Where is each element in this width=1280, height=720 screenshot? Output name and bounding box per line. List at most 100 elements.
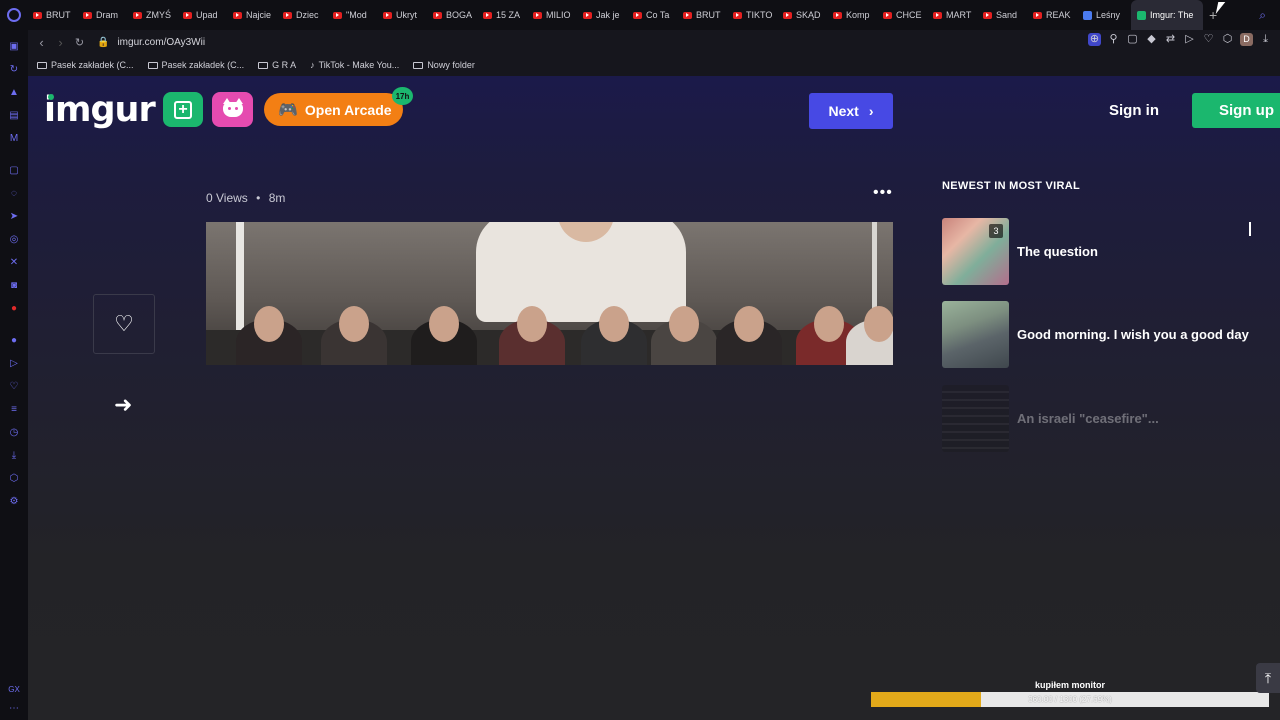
tab-label: Ukryt — [396, 10, 417, 20]
imgur-logo[interactable]: imgur — [44, 90, 156, 130]
tab-label: "Mod — [346, 10, 367, 20]
extensions-icon[interactable]: ⬡ — [8, 473, 20, 485]
tab[interactable]: Leśny — [1081, 0, 1131, 30]
history-icon[interactable]: ↻ — [8, 64, 20, 76]
tab[interactable]: Ukryt — [381, 0, 431, 30]
tab[interactable]: ZMYŚ — [131, 0, 181, 30]
clock-icon[interactable]: ◷ — [8, 427, 20, 439]
folder-icon — [413, 61, 424, 69]
tab[interactable]: Najcie — [231, 0, 281, 30]
bookmark-item[interactable]: G R A — [258, 60, 296, 70]
viral-item[interactable]: 3 The question — [942, 218, 1254, 285]
tab[interactable]: "Mod — [331, 0, 381, 30]
tab[interactable]: 15 ZA — [481, 0, 531, 30]
imgur-page: imgur + 🎮 Open Arcade 17h Next › Sign in… — [28, 76, 1280, 720]
heart-toolbar-icon[interactable]: ♡ — [1202, 33, 1215, 46]
tab-label: Upad — [196, 10, 218, 20]
viral-item[interactable]: Good morning. I wish you a good day — [942, 301, 1254, 368]
zoom-icon[interactable]: ⊕ — [1088, 33, 1101, 46]
tab[interactable]: Dram — [81, 0, 131, 30]
viral-item[interactable]: An israeli "ceasefire"... — [942, 385, 1254, 452]
sign-up-button[interactable]: Sign up — [1192, 93, 1280, 128]
shopping-icon[interactable]: ▲ — [8, 87, 20, 99]
tab[interactable]: MART — [931, 0, 981, 30]
doc-icon — [1083, 10, 1092, 20]
ublock-icon[interactable]: ● — [8, 303, 20, 315]
download-toolbar-icon[interactable]: ⤓ — [1259, 33, 1272, 46]
tab[interactable]: Sand — [981, 0, 1031, 30]
viral-title: An israeli "ceasefire"... — [1017, 410, 1159, 426]
settings-icon[interactable]: ⚙ — [8, 496, 20, 508]
tab[interactable]: BOGA — [431, 0, 481, 30]
pin-icon[interactable]: ⚲ — [1107, 33, 1120, 46]
forward-icon[interactable]: › — [51, 35, 70, 50]
heart-sidebar-icon[interactable]: ♡ — [8, 381, 20, 393]
messenger-icon[interactable]: ◌ — [8, 188, 20, 200]
tab-label: Co Ta — [646, 10, 670, 20]
tab-imgur-active[interactable]: Imgur: The — [1131, 0, 1203, 30]
post-image[interactable] — [206, 222, 893, 365]
profile-avatar[interactable]: D — [1240, 33, 1253, 46]
tab[interactable]: BRUT — [681, 0, 731, 30]
tab-label: REAK — [1046, 10, 1071, 20]
tab[interactable]: Co Ta — [631, 0, 681, 30]
tab-label: MILIO — [546, 10, 571, 20]
bookmark-item[interactable]: ♪ TikTok - Make You... — [310, 60, 399, 70]
next-button[interactable]: Next › — [809, 93, 893, 129]
twitch-icon[interactable]: ▢ — [8, 165, 20, 177]
bookmark-item[interactable]: Nowy folder — [413, 60, 475, 70]
lock-icon[interactable]: 🔒 — [97, 37, 109, 48]
post-age: 8m — [268, 191, 286, 205]
tab[interactable]: MILIO — [531, 0, 581, 30]
image-person-head — [254, 306, 284, 342]
tab[interactable]: SKĄD — [781, 0, 831, 30]
tab[interactable]: TIKTO — [731, 0, 781, 30]
arrow-up-icon: ⤒ — [1264, 670, 1272, 686]
discord-icon[interactable]: ◙ — [8, 280, 20, 292]
youtube-icon — [33, 11, 42, 19]
youtube-icon — [83, 11, 92, 19]
meme-generator-button[interactable] — [212, 92, 253, 127]
download-icon[interactable]: ⤓ — [8, 450, 20, 462]
extensions-toolbar-icon[interactable]: ⬡ — [1221, 33, 1234, 46]
youtube-icon — [333, 11, 342, 19]
folder-icon — [147, 61, 158, 69]
tab[interactable]: REAK — [1031, 0, 1081, 30]
telegram-icon[interactable]: ➤ — [8, 211, 20, 223]
like-button[interactable]: ♡ — [93, 294, 155, 354]
gx-control-icon[interactable]: ▣ — [8, 41, 20, 53]
post-options-button[interactable]: ••• — [873, 184, 893, 202]
opera-gx-logo-icon[interactable] — [7, 8, 21, 22]
scroll-to-top-button[interactable]: ⤒ — [1256, 663, 1280, 693]
shield-icon[interactable]: ◆ — [1145, 33, 1158, 46]
tab[interactable]: BRUT — [31, 0, 81, 30]
cards-icon[interactable]: ≡ — [8, 404, 20, 416]
url-field[interactable]: imgur.com/OAy3Wii — [117, 37, 205, 48]
snapshot-icon[interactable]: ▢ — [1126, 33, 1139, 46]
wallet-icon[interactable]: ▤ — [8, 110, 20, 122]
tab[interactable]: Upad — [181, 0, 231, 30]
back-icon[interactable]: ‹ — [32, 35, 51, 50]
tab[interactable]: Dziec — [281, 0, 331, 30]
share-arrow-icon[interactable]: ➜ — [114, 392, 132, 418]
tab[interactable]: Komp — [831, 0, 881, 30]
bookmark-item[interactable]: Pasek zakładek (C... — [147, 60, 244, 70]
tab-search-icon[interactable]: ⌕ — [1259, 8, 1266, 23]
x-icon[interactable]: ✕ — [8, 257, 20, 269]
viral-heading: NEWEST IN MOST VIRAL — [942, 180, 1080, 192]
player-icon[interactable]: ▷ — [8, 358, 20, 370]
image-count-badge: 3 — [989, 224, 1003, 238]
reload-icon[interactable]: ↻ — [70, 36, 89, 49]
sign-in-link[interactable]: Sign in — [1109, 102, 1159, 119]
new-post-button[interactable]: + — [163, 92, 203, 127]
more-icon[interactable]: ⋯ — [9, 703, 19, 714]
tab[interactable]: CHCE — [881, 0, 931, 30]
tab[interactable]: Jak je — [581, 0, 631, 30]
instagram-icon[interactable]: ◎ — [8, 234, 20, 246]
play-icon[interactable]: ▷ — [1183, 33, 1196, 46]
music-icon[interactable]: ● — [8, 335, 20, 347]
bookmark-item[interactable]: Pasek zakładek (C... — [37, 60, 134, 70]
mail-icon[interactable]: M — [8, 133, 20, 145]
translate-icon[interactable]: ⇄ — [1164, 33, 1177, 46]
open-arcade-button[interactable]: 🎮 Open Arcade — [264, 93, 403, 126]
